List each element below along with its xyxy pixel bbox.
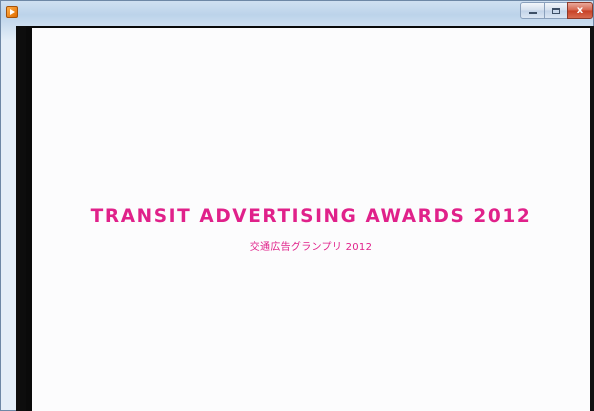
slide-subheadline: 交通広告グランプリ 2012 [249, 242, 373, 253]
close-button[interactable]: x [567, 2, 593, 19]
title-bar[interactable]: x [1, 1, 593, 27]
media-player-icon[interactable] [6, 6, 18, 18]
maximize-button[interactable] [544, 2, 568, 19]
minimize-icon [528, 12, 537, 14]
maximize-icon [552, 7, 560, 14]
close-icon: x [576, 5, 584, 16]
frame-right-edge [590, 26, 594, 411]
slide-headline: TRANSIT ADVERTISING AWARDS 2012 [90, 206, 532, 227]
frame-left-edge [16, 26, 26, 411]
minimize-button[interactable] [520, 2, 545, 19]
